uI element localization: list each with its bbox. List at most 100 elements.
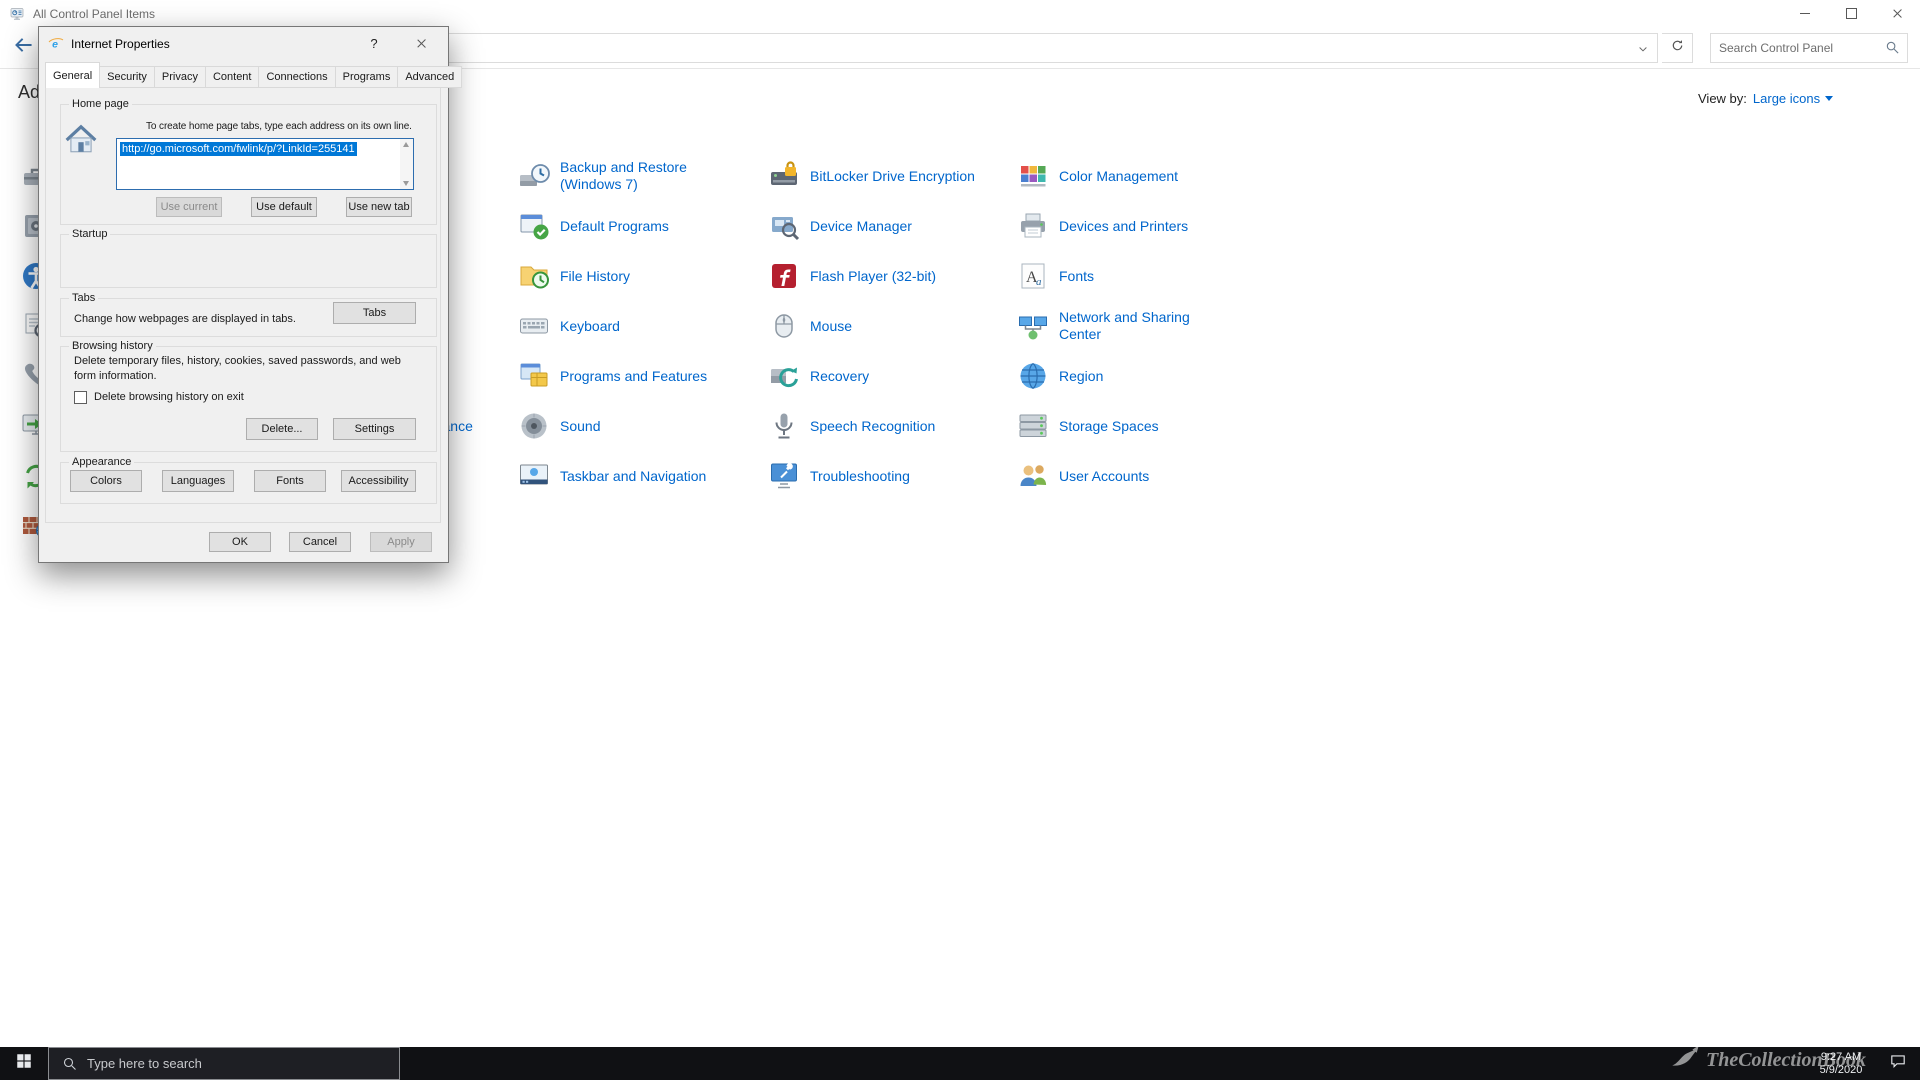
delete-button[interactable]: Delete...: [246, 418, 318, 440]
fonts-button[interactable]: Fonts: [254, 470, 326, 492]
textbox-scrollbar[interactable]: [400, 139, 413, 189]
action-center-icon: [1889, 1052, 1907, 1075]
control-panel-item-user-accounts[interactable]: User Accounts: [1017, 454, 1262, 498]
taskbar-navigation-icon: [518, 460, 550, 492]
help-button[interactable]: ?: [357, 29, 391, 57]
dialog-titlebar[interactable]: e Internet Properties ?: [39, 27, 448, 61]
control-panel-item-keyboard[interactable]: Keyboard: [518, 304, 763, 348]
internet-explorer-icon: e: [48, 36, 64, 52]
dialog-tab-general[interactable]: General: [45, 62, 101, 88]
browsing-history-legend: Browsing history: [72, 340, 153, 352]
control-panel-item-label: Storage Spaces: [1059, 417, 1159, 434]
taskbar: Type here to search 9:27 AM 5/9/2020: [0, 1047, 1920, 1080]
settings-button[interactable]: Settings: [333, 418, 416, 440]
control-panel-item-color-management[interactable]: Color Management: [1017, 154, 1262, 198]
taskbar-search-input[interactable]: Type here to search: [48, 1047, 400, 1080]
control-panel-item-label: Network and Sharing Center: [1059, 309, 1190, 342]
control-panel-item-devices-and-printers[interactable]: Devices and Printers: [1017, 204, 1262, 248]
dialog-close-button[interactable]: [401, 29, 441, 57]
dialog-title: Internet Properties: [71, 37, 170, 51]
control-panel-item-troubleshooting[interactable]: Troubleshooting: [768, 454, 1013, 498]
ok-button[interactable]: OK: [209, 532, 271, 552]
control-panel-item-sound[interactable]: Sound: [518, 404, 763, 448]
control-panel-item-label: Mouse: [810, 317, 853, 334]
dialog-tab-strip: General Security Privacy Content Connections…: [45, 62, 463, 88]
use-default-button[interactable]: Use default: [251, 197, 317, 217]
tabs-group-text: Change how webpages are displayed in tab…: [74, 313, 296, 325]
dialog-tab-privacy[interactable]: Privacy: [154, 66, 206, 88]
scroll-down-icon[interactable]: [403, 181, 409, 186]
control-panel-item-label: Programs and Features: [560, 367, 708, 384]
control-panel-item-device-manager[interactable]: Device Manager: [768, 204, 1013, 248]
appearance-legend: Appearance: [72, 456, 132, 468]
control-panel-item-file-history[interactable]: File History: [518, 254, 763, 298]
default-programs-icon: [518, 210, 550, 242]
dialog-tab-advanced[interactable]: Advanced: [398, 66, 463, 88]
control-panel-item-network-and-sharing-center[interactable]: Network and Sharing Center: [1017, 304, 1262, 348]
control-panel-item-speech-recognition[interactable]: Speech Recognition: [768, 404, 1013, 448]
control-panel-item-label: Device Manager: [810, 217, 912, 234]
dialog-tab-connections[interactable]: Connections: [259, 66, 336, 88]
control-panel-item-fonts[interactable]: Aa Fonts: [1017, 254, 1262, 298]
programs-features-icon: [518, 360, 550, 392]
scroll-up-icon[interactable]: [403, 142, 409, 147]
fonts-icon: Aa: [1017, 260, 1049, 292]
dialog-tab-programs[interactable]: Programs: [335, 66, 399, 88]
home-page-url-input[interactable]: http://go.microsoft.com/fwlink/p/?LinkId…: [116, 138, 414, 190]
internet-properties-dialog: e Internet Properties ? General Security P…: [38, 26, 463, 563]
speech-recognition-icon: [768, 410, 800, 442]
system-tray: 9:27 AM 5/9/2020: [1806, 1047, 1920, 1080]
control-panel-item-storage-spaces[interactable]: Storage Spaces: [1017, 404, 1262, 448]
delete-browsing-history-checkbox[interactable]: [74, 391, 87, 404]
languages-button[interactable]: Languages: [162, 470, 234, 492]
backup-restore-icon: [518, 160, 550, 192]
svg-text:e: e: [52, 39, 58, 51]
control-panel-item-label: Taskbar and Navigation: [560, 467, 707, 484]
search-icon: [62, 1056, 78, 1072]
control-panel-item-label: Devices and Printers: [1059, 217, 1189, 234]
control-panel-item-label: Speech Recognition: [810, 417, 936, 434]
close-icon: [416, 38, 427, 49]
device-manager-icon: [768, 210, 800, 242]
control-panel-item-recovery[interactable]: Recovery: [768, 354, 1013, 398]
startup-group: Startup: [60, 228, 437, 288]
home-page-url-text: http://go.microsoft.com/fwlink/p/?LinkId…: [120, 142, 357, 156]
control-panel-item-bitlocker-drive-encryption[interactable]: BitLocker Drive Encryption: [768, 154, 1013, 198]
apply-button[interactable]: Apply: [370, 532, 432, 552]
control-panel-item-flash-player-32-bit[interactable]: Flash Player (32-bit): [768, 254, 1013, 298]
control-panel-item-label: Troubleshooting: [810, 467, 910, 484]
colors-button[interactable]: Colors: [70, 470, 142, 492]
cancel-button[interactable]: Cancel: [289, 532, 351, 552]
desktop: All Control Panel Items Search Control P…: [0, 0, 1920, 1080]
control-panel-item-default-programs[interactable]: Default Programs: [518, 204, 763, 248]
control-panel-item-region[interactable]: Region: [1017, 354, 1262, 398]
use-new-tab-button[interactable]: Use new tab: [346, 197, 412, 217]
dialog-tab-security[interactable]: Security: [100, 66, 155, 88]
tabs-button[interactable]: Tabs: [333, 302, 416, 324]
sound-icon: [518, 410, 550, 442]
region-icon: [1017, 360, 1049, 392]
control-panel-item-label: Color Management: [1059, 167, 1179, 184]
storage-spaces-icon: [1017, 410, 1049, 442]
flash-player-icon: [768, 260, 800, 292]
mouse-icon: [768, 310, 800, 342]
clock-date: 5/9/2020: [1819, 1063, 1863, 1076]
start-button[interactable]: [0, 1047, 48, 1080]
startup-legend: Startup: [72, 228, 108, 240]
control-panel-item-backup-and-restore-windows-7[interactable]: Backup and Restore (Windows 7): [518, 154, 763, 198]
control-panel-item-label: BitLocker Drive Encryption: [810, 167, 975, 184]
control-panel-item-programs-and-features[interactable]: Programs and Features: [518, 354, 763, 398]
action-center-button[interactable]: [1876, 1047, 1920, 1080]
taskbar-clock[interactable]: 9:27 AM 5/9/2020: [1806, 1051, 1876, 1077]
network-sharing-icon: [1017, 310, 1049, 342]
control-panel-item-label: Fonts: [1059, 267, 1095, 284]
dialog-tab-content[interactable]: Content: [205, 66, 260, 88]
help-icon: ?: [370, 35, 378, 51]
file-history-icon: [518, 260, 550, 292]
accessibility-button[interactable]: Accessibility: [341, 470, 416, 492]
control-panel-item-label: Sound: [560, 417, 601, 434]
control-panel-item-mouse[interactable]: Mouse: [768, 304, 1013, 348]
control-panel-item-label: Region: [1059, 367, 1104, 384]
control-panel-item-taskbar-and-navigation[interactable]: Taskbar and Navigation: [518, 454, 763, 498]
use-current-button[interactable]: Use current: [156, 197, 222, 217]
